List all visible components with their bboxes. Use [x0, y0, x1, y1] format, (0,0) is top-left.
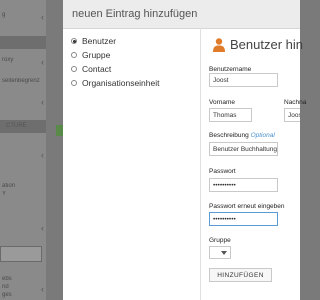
type-option-org-unit[interactable]: Organisationseinheit	[71, 76, 160, 90]
panel-divider	[200, 28, 201, 300]
password-input[interactable]: ••••••••••	[209, 178, 278, 192]
dialog-title: neuen Eintrag hinzufügen	[72, 8, 198, 20]
radio-checked[interactable]	[71, 38, 77, 44]
type-option-contact[interactable]: Contact	[71, 62, 160, 76]
user-icon	[213, 37, 225, 52]
sidebar-item: ‹	[0, 150, 46, 160]
group-select[interactable]	[209, 246, 231, 259]
chevron-right-icon: ‹	[41, 150, 44, 160]
select-arrow-icon	[221, 251, 227, 255]
add-entry-dialog: neuen Eintrag hinzufügen Benutzer Gruppe…	[63, 0, 306, 300]
firstname-label: Vorname	[209, 99, 236, 106]
background-sidebar: g ‹ roxy ‹ seitenbegrenz ‹ CTURE ‹ ation…	[0, 0, 46, 300]
type-option-label: Benutzer	[82, 36, 117, 46]
dialog-header: neuen Eintrag hinzufügen	[63, 0, 300, 29]
lastname-input[interactable]: Joos	[284, 108, 300, 122]
password-repeat-input[interactable]: ••••••••••	[209, 212, 278, 226]
sidebar-item: ges	[2, 292, 12, 298]
add-button[interactable]: HINZUFÜGEN	[209, 268, 272, 282]
type-option-label: Contact	[82, 64, 112, 74]
lastname-label: Nachna	[284, 99, 307, 106]
sidebar-structure-bar: CTURE	[0, 120, 46, 133]
chevron-right-icon: ‹	[41, 12, 44, 22]
type-option-label: Gruppe	[82, 50, 111, 60]
group-label: Gruppe	[209, 237, 231, 244]
description-input[interactable]: Benutzer Buchhaltung	[209, 142, 278, 156]
chevron-right-icon: ‹	[41, 57, 44, 67]
type-option-label: Organisationseinheit	[82, 78, 160, 88]
entry-type-list: Benutzer Gruppe Contact Organisationsein…	[71, 34, 160, 90]
background-select	[0, 246, 42, 262]
sidebar-item: ‹	[0, 97, 46, 107]
optional-hint: Optional	[250, 132, 275, 139]
description-label: Beschreibung Optional	[209, 132, 275, 139]
radio[interactable]	[71, 52, 77, 58]
chevron-right-icon: ‹	[41, 97, 44, 107]
sidebar-item: seitenbegrenz	[2, 78, 40, 84]
radio[interactable]	[71, 66, 77, 72]
type-option-group[interactable]: Gruppe	[71, 48, 160, 62]
sidebar-item: Y	[2, 191, 7, 197]
chevron-right-icon: ‹	[41, 223, 44, 233]
password-repeat-label: Passwort erneut eingeben	[209, 203, 285, 210]
sidebar-item: roxy ‹	[2, 57, 44, 67]
radio[interactable]	[71, 80, 77, 86]
sidebar-item: ‹	[0, 223, 46, 233]
sidebar-item: g ‹	[2, 12, 44, 22]
sidebar-section-bar	[0, 36, 46, 49]
form-title-text: Benutzer hin	[230, 37, 303, 52]
password-label: Passwort	[209, 168, 236, 175]
user-form-panel: Benutzer hin Benutzername Joost Vorname …	[209, 28, 306, 300]
form-title: Benutzer hin	[213, 37, 303, 52]
type-option-user[interactable]: Benutzer	[71, 34, 160, 48]
username-input[interactable]: Joost	[209, 73, 278, 87]
firstname-input[interactable]: Thomas	[209, 108, 252, 122]
username-label: Benutzername	[209, 66, 252, 73]
